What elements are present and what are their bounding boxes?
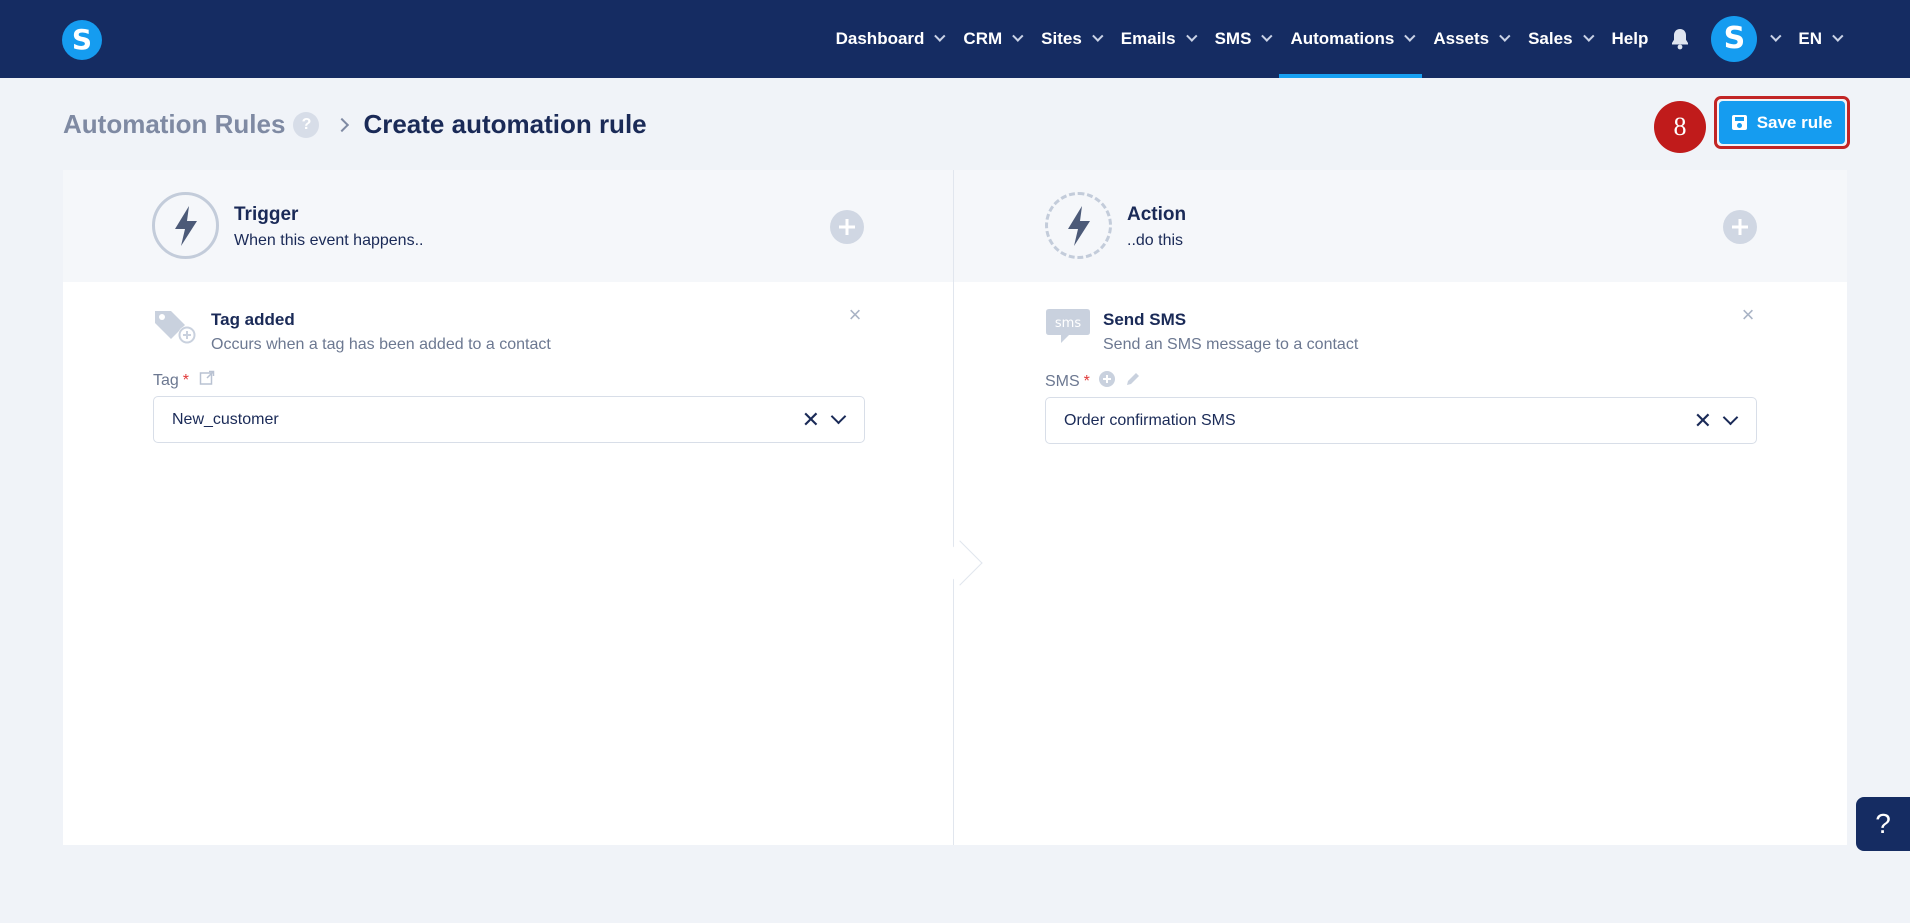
- action-title: Action: [1127, 204, 1187, 225]
- chevron-down-icon: [1012, 30, 1024, 42]
- flow-arrow: [937, 540, 983, 586]
- chevron-down-icon: [934, 30, 946, 42]
- nav-item-crm[interactable]: CRM: [952, 0, 1030, 78]
- nav-label: Assets: [1433, 29, 1490, 48]
- external-link-icon[interactable]: [199, 370, 215, 391]
- help-chat-button[interactable]: ?: [1856, 797, 1910, 851]
- sms-icon-text: sms: [1055, 316, 1081, 331]
- trigger-header: Trigger When this event happens..: [63, 170, 953, 282]
- action-header: Action ..do this: [954, 170, 1847, 282]
- chevron-down-icon: [1091, 30, 1104, 42]
- tag-label-text: Tag: [153, 371, 179, 389]
- nav-label: Help: [1611, 29, 1649, 48]
- nav-item-sms[interactable]: SMS: [1204, 0, 1280, 78]
- save-rule-button[interactable]: Save rule: [1719, 101, 1845, 144]
- nav-label: CRM: [963, 29, 1003, 48]
- tag-select[interactable]: New_customer ✕: [153, 396, 865, 443]
- page-title: Create automation rule: [363, 109, 647, 139]
- action-subtitle: ..do this: [1127, 232, 1184, 249]
- sms-label-text: SMS: [1045, 372, 1080, 390]
- nav-item-assets[interactable]: Assets: [1422, 0, 1517, 78]
- chevron-down-icon[interactable]: [830, 408, 847, 425]
- remove-trigger-close-icon[interactable]: ×: [847, 304, 863, 326]
- notifications-bell-icon[interactable]: [1659, 0, 1701, 78]
- nav-item-automations[interactable]: Automations: [1279, 0, 1423, 78]
- nav-item-dashboard[interactable]: Dashboard: [825, 0, 953, 78]
- tag-select-value: New_customer: [172, 410, 279, 428]
- save-disk-icon: [1731, 115, 1747, 130]
- chevron-down-icon[interactable]: [1722, 409, 1739, 426]
- pane-divider: [953, 170, 954, 845]
- clear-tag-icon[interactable]: ✕: [802, 409, 820, 431]
- chevron-down-icon: [1832, 30, 1844, 42]
- breadcrumb: Automation Rules ? Create automation rul…: [63, 109, 647, 140]
- lightning-cycle-icon: [1045, 192, 1112, 259]
- save-rule-label: Save rule: [1756, 112, 1833, 132]
- nav-label: Dashboard: [835, 29, 925, 48]
- nav-label: Sites: [1041, 29, 1082, 48]
- step-marker-badge: 8: [1654, 101, 1706, 153]
- sms-field-label: SMS *: [1045, 370, 1142, 393]
- action-block-description: Send an SMS message to a contact: [1103, 336, 1359, 353]
- chevron-down-icon: [1582, 30, 1595, 42]
- help-question-icon[interactable]: ?: [293, 111, 320, 138]
- clear-sms-icon[interactable]: ✕: [1694, 410, 1712, 432]
- chevron-down-icon: [1185, 30, 1198, 42]
- sms-select-value: Order confirmation SMS: [1064, 411, 1236, 429]
- user-menu[interactable]: S: [1701, 0, 1787, 78]
- chevron-down-icon: [1261, 30, 1273, 42]
- chevron-right-icon: [335, 117, 350, 132]
- brand-logo[interactable]: S: [62, 20, 102, 60]
- trigger-block-title: Tag added: [211, 310, 295, 329]
- chevron-down-icon: [1499, 30, 1511, 42]
- chevron-down-icon: [1770, 30, 1782, 42]
- nav-label: SMS: [1214, 29, 1252, 48]
- tag-add-icon: [153, 307, 197, 347]
- add-action-button[interactable]: [1723, 210, 1757, 244]
- nav-label: Emails: [1120, 29, 1176, 48]
- nav-label: Sales: [1528, 29, 1573, 48]
- chevron-down-icon: [1404, 30, 1416, 42]
- nav-item-sites[interactable]: Sites: [1030, 0, 1110, 78]
- language-selector[interactable]: EN: [1787, 0, 1850, 78]
- nav-label: Automations: [1290, 29, 1395, 48]
- main-nav: Dashboard CRM Sites Emails SMS Automatio…: [825, 0, 1850, 78]
- tag-field-label: Tag *: [153, 370, 215, 391]
- lightning-icon: [152, 192, 219, 259]
- avatar: S: [1711, 16, 1758, 62]
- remove-action-close-icon[interactable]: ×: [1740, 304, 1756, 326]
- sms-icon: sms: [1045, 307, 1091, 347]
- required-mark: *: [182, 371, 190, 389]
- trigger-block-description: Occurs when a tag has been added to a co…: [211, 336, 551, 353]
- rule-editor-card: Trigger When this event happens.. Action…: [63, 170, 1847, 845]
- nav-item-sales[interactable]: Sales: [1517, 0, 1600, 78]
- nav-item-help[interactable]: Help: [1601, 0, 1660, 78]
- add-trigger-button[interactable]: [830, 210, 864, 244]
- edit-pencil-icon[interactable]: [1124, 370, 1142, 393]
- trigger-title: Trigger: [234, 204, 299, 225]
- trigger-subtitle: When this event happens..: [234, 232, 424, 249]
- add-sms-plus-icon[interactable]: [1098, 370, 1116, 393]
- required-mark: *: [1083, 372, 1090, 390]
- language-label: EN: [1798, 29, 1822, 48]
- breadcrumb-parent-link[interactable]: Automation Rules: [63, 109, 285, 140]
- action-block-title: Send SMS: [1103, 310, 1187, 329]
- top-navbar: S Dashboard CRM Sites Emails SMS Automat…: [0, 0, 1910, 78]
- nav-item-emails[interactable]: Emails: [1110, 0, 1204, 78]
- sms-select[interactable]: Order confirmation SMS ✕: [1045, 397, 1757, 444]
